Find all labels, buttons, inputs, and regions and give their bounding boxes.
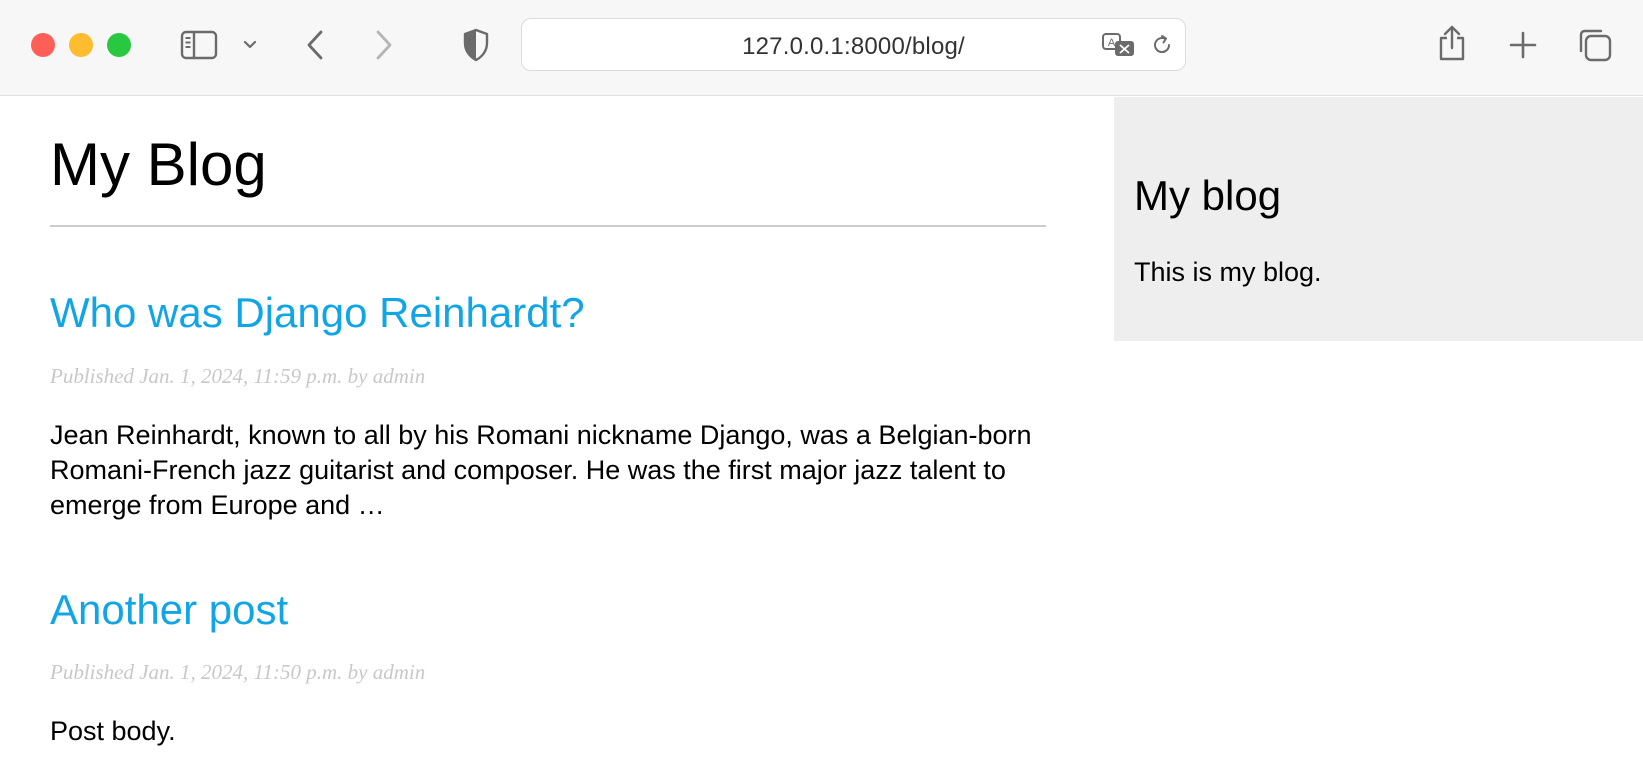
minimize-window-button[interactable] <box>69 33 93 57</box>
sidebar: My blog This is my blog. <box>1114 97 1643 341</box>
sidebar-icon[interactable] <box>178 28 220 62</box>
close-window-button[interactable] <box>31 33 55 57</box>
share-icon[interactable] <box>1435 22 1469 64</box>
post-title-link[interactable]: Who was Django Reinhardt? <box>50 292 585 334</box>
post-title-link[interactable]: Another post <box>50 589 288 631</box>
post-meta: Published Jan. 1, 2024, 11:59 p.m. by ad… <box>50 364 426 388</box>
sidebar-title: My blog <box>1134 172 1282 219</box>
reload-icon[interactable] <box>1148 31 1176 59</box>
svg-text:A: A <box>1108 37 1116 49</box>
post-excerpt: Jean Reinhardt, known to all by his Roma… <box>50 420 1032 520</box>
address-bar[interactable]: 127.0.0.1:8000/blog/ A <box>521 18 1186 71</box>
main-content: My Blog Who was Django Reinhardt? Publis… <box>0 97 1114 766</box>
plus-icon[interactable] <box>1506 28 1540 62</box>
shield-icon[interactable] <box>460 26 492 64</box>
zoom-window-button[interactable] <box>107 33 131 57</box>
title-divider <box>50 225 1046 227</box>
browser-toolbar: 127.0.0.1:8000/blog/ A <box>0 0 1643 96</box>
page-title: My Blog <box>50 131 267 198</box>
sidebar-description: This is my blog. <box>1134 257 1322 287</box>
post-meta: Published Jan. 1, 2024, 11:50 p.m. by ad… <box>50 660 426 684</box>
chevron-down-icon[interactable] <box>240 36 260 54</box>
back-arrow-icon[interactable] <box>300 26 330 64</box>
translate-icon[interactable]: A <box>1100 31 1138 59</box>
post-excerpt: Post body. <box>50 716 176 746</box>
url-text: 127.0.0.1:8000/blog/ <box>742 33 965 60</box>
tabs-icon[interactable] <box>1576 26 1614 64</box>
forward-arrow-icon[interactable] <box>369 26 399 64</box>
